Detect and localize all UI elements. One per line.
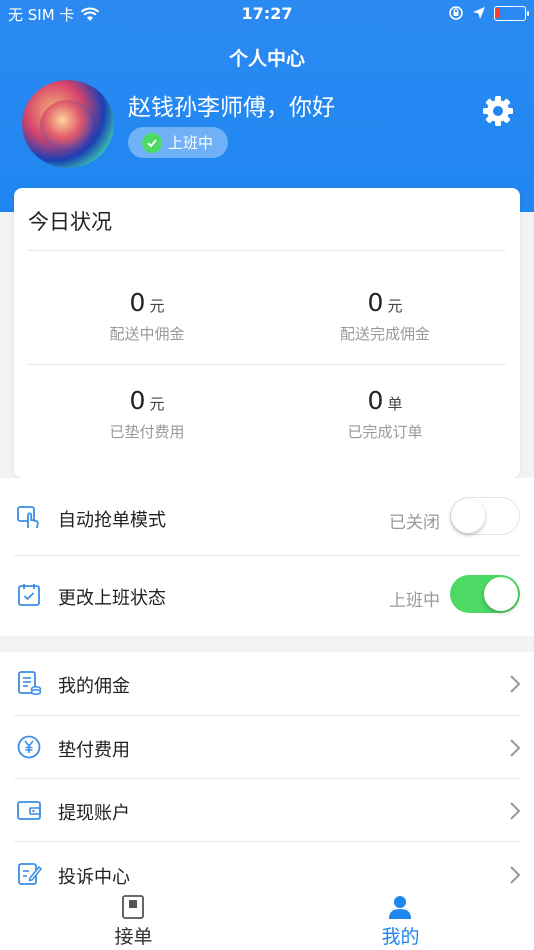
toggle-row-auto-grab[interactable]: 自动抢单模式 已关闭 <box>0 486 534 550</box>
toggle-status: 已关闭 <box>389 513 440 533</box>
toggle-label: 自动抢单模式 <box>58 510 166 531</box>
stat-completed-orders: 0单 已完成订单 <box>285 386 485 442</box>
menu-item-commission[interactable]: 我的佣金 <box>0 652 534 716</box>
avatar[interactable] <box>22 80 114 168</box>
tab-label: 接单 <box>114 926 153 948</box>
menu-label: 垫付费用 <box>58 740 130 761</box>
tab-mine[interactable]: 我的 <box>267 888 534 950</box>
hand-pointer-icon <box>17 506 39 529</box>
stat-unit: 元 <box>149 395 165 413</box>
menu-item-advanced-fees[interactable]: 垫付费用 <box>0 715 534 779</box>
stat-advanced-fees: 0元 已垫付费用 <box>47 386 247 442</box>
stat-unit: 元 <box>149 297 165 315</box>
rotation-lock-icon <box>449 6 463 20</box>
chevron-right-icon <box>510 802 521 820</box>
switch-knob <box>484 577 518 611</box>
divider <box>28 364 506 365</box>
duty-status-badge: 上班中 <box>128 127 228 158</box>
profile-header: 无 SIM 卡 17:27 个人中心 赵钱孙李师傅，你好 上班中 <box>0 0 534 212</box>
card-title: 今日状况 <box>28 210 112 234</box>
stat-label: 已垫付费用 <box>109 423 185 441</box>
chevron-right-icon <box>510 739 521 757</box>
duty-status-switch[interactable] <box>450 575 520 613</box>
chevron-right-icon <box>510 866 521 884</box>
chevron-right-icon <box>510 675 521 693</box>
settings-toggles: 自动抢单模式 已关闭 更改上班状态 上班中 <box>0 478 534 636</box>
toggle-label: 更改上班状态 <box>58 588 166 609</box>
stat-unit: 元 <box>387 297 403 315</box>
battery-icon <box>494 5 529 21</box>
calendar-check-icon <box>18 584 40 606</box>
stat-value: 0 <box>367 386 384 415</box>
menu-label: 提现账户 <box>58 803 130 824</box>
menu-label: 投诉中心 <box>58 867 130 888</box>
stat-label: 已完成订单 <box>347 423 423 441</box>
location-arrow-icon <box>473 7 485 19</box>
divider <box>14 555 520 556</box>
greeting-text: 赵钱孙李师傅，你好 <box>128 95 335 121</box>
stat-value: 0 <box>367 288 384 317</box>
commission-list-icon <box>18 671 42 695</box>
page-title: 个人中心 <box>228 48 305 70</box>
stat-value: 0 <box>129 288 146 317</box>
duty-status-label: 上班中 <box>168 134 214 152</box>
auto-grab-switch[interactable] <box>450 497 520 535</box>
check-circle-icon <box>142 132 162 153</box>
stat-value: 0 <box>129 386 146 415</box>
tab-label: 我的 <box>381 926 420 948</box>
stat-commission-delivering: 0元 配送中佣金 <box>47 288 247 344</box>
menu-label: 我的佣金 <box>58 676 130 697</box>
order-icon <box>122 895 144 919</box>
gear-icon[interactable] <box>481 94 515 128</box>
wallet-icon <box>17 801 41 820</box>
stat-label: 配送完成佣金 <box>339 325 430 343</box>
tab-orders[interactable]: 接单 <box>0 888 267 950</box>
person-icon <box>389 896 411 919</box>
edit-note-icon <box>18 863 42 885</box>
stat-unit: 单 <box>387 395 403 413</box>
divider <box>28 250 506 251</box>
today-status-card: 今日状况 0元 配送中佣金 0元 配送完成佣金 0元 已垫付费用 0单 已完成订… <box>14 188 520 478</box>
status-bar: 无 SIM 卡 17:27 <box>0 0 534 28</box>
toggle-row-duty-status[interactable]: 更改上班状态 上班中 <box>0 564 534 628</box>
menu-item-withdraw-account[interactable]: 提现账户 <box>0 778 534 842</box>
menu-list: 我的佣金 垫付费用 提现账户 投诉中心 <box>0 652 534 902</box>
tab-bar: 接单 我的 <box>0 888 534 950</box>
stat-commission-completed: 0元 配送完成佣金 <box>285 288 485 344</box>
switch-knob <box>451 498 485 533</box>
stat-label: 配送中佣金 <box>109 325 185 343</box>
battery-level-fill <box>496 7 499 18</box>
yen-circle-icon <box>17 735 41 759</box>
toggle-status: 上班中 <box>389 591 440 611</box>
